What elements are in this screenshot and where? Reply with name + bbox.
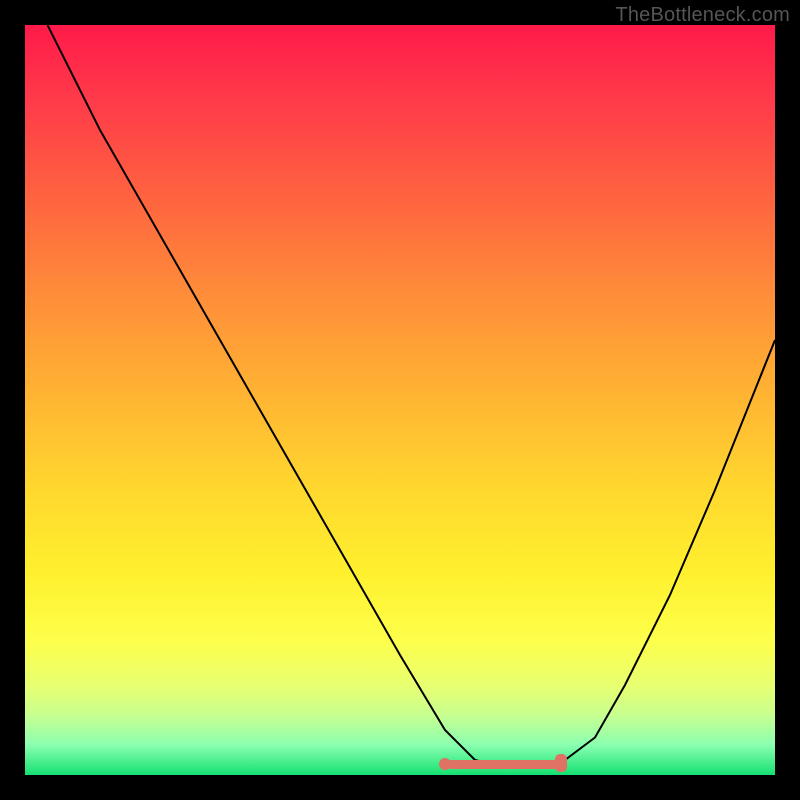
chart-plot-area	[25, 25, 775, 775]
curve-line	[48, 25, 776, 768]
optimal-range-bar	[447, 760, 559, 769]
bottleneck-curve	[25, 25, 775, 775]
watermark-text: TheBottleneck.com	[615, 4, 790, 27]
optimal-range-end-marker	[555, 754, 567, 772]
